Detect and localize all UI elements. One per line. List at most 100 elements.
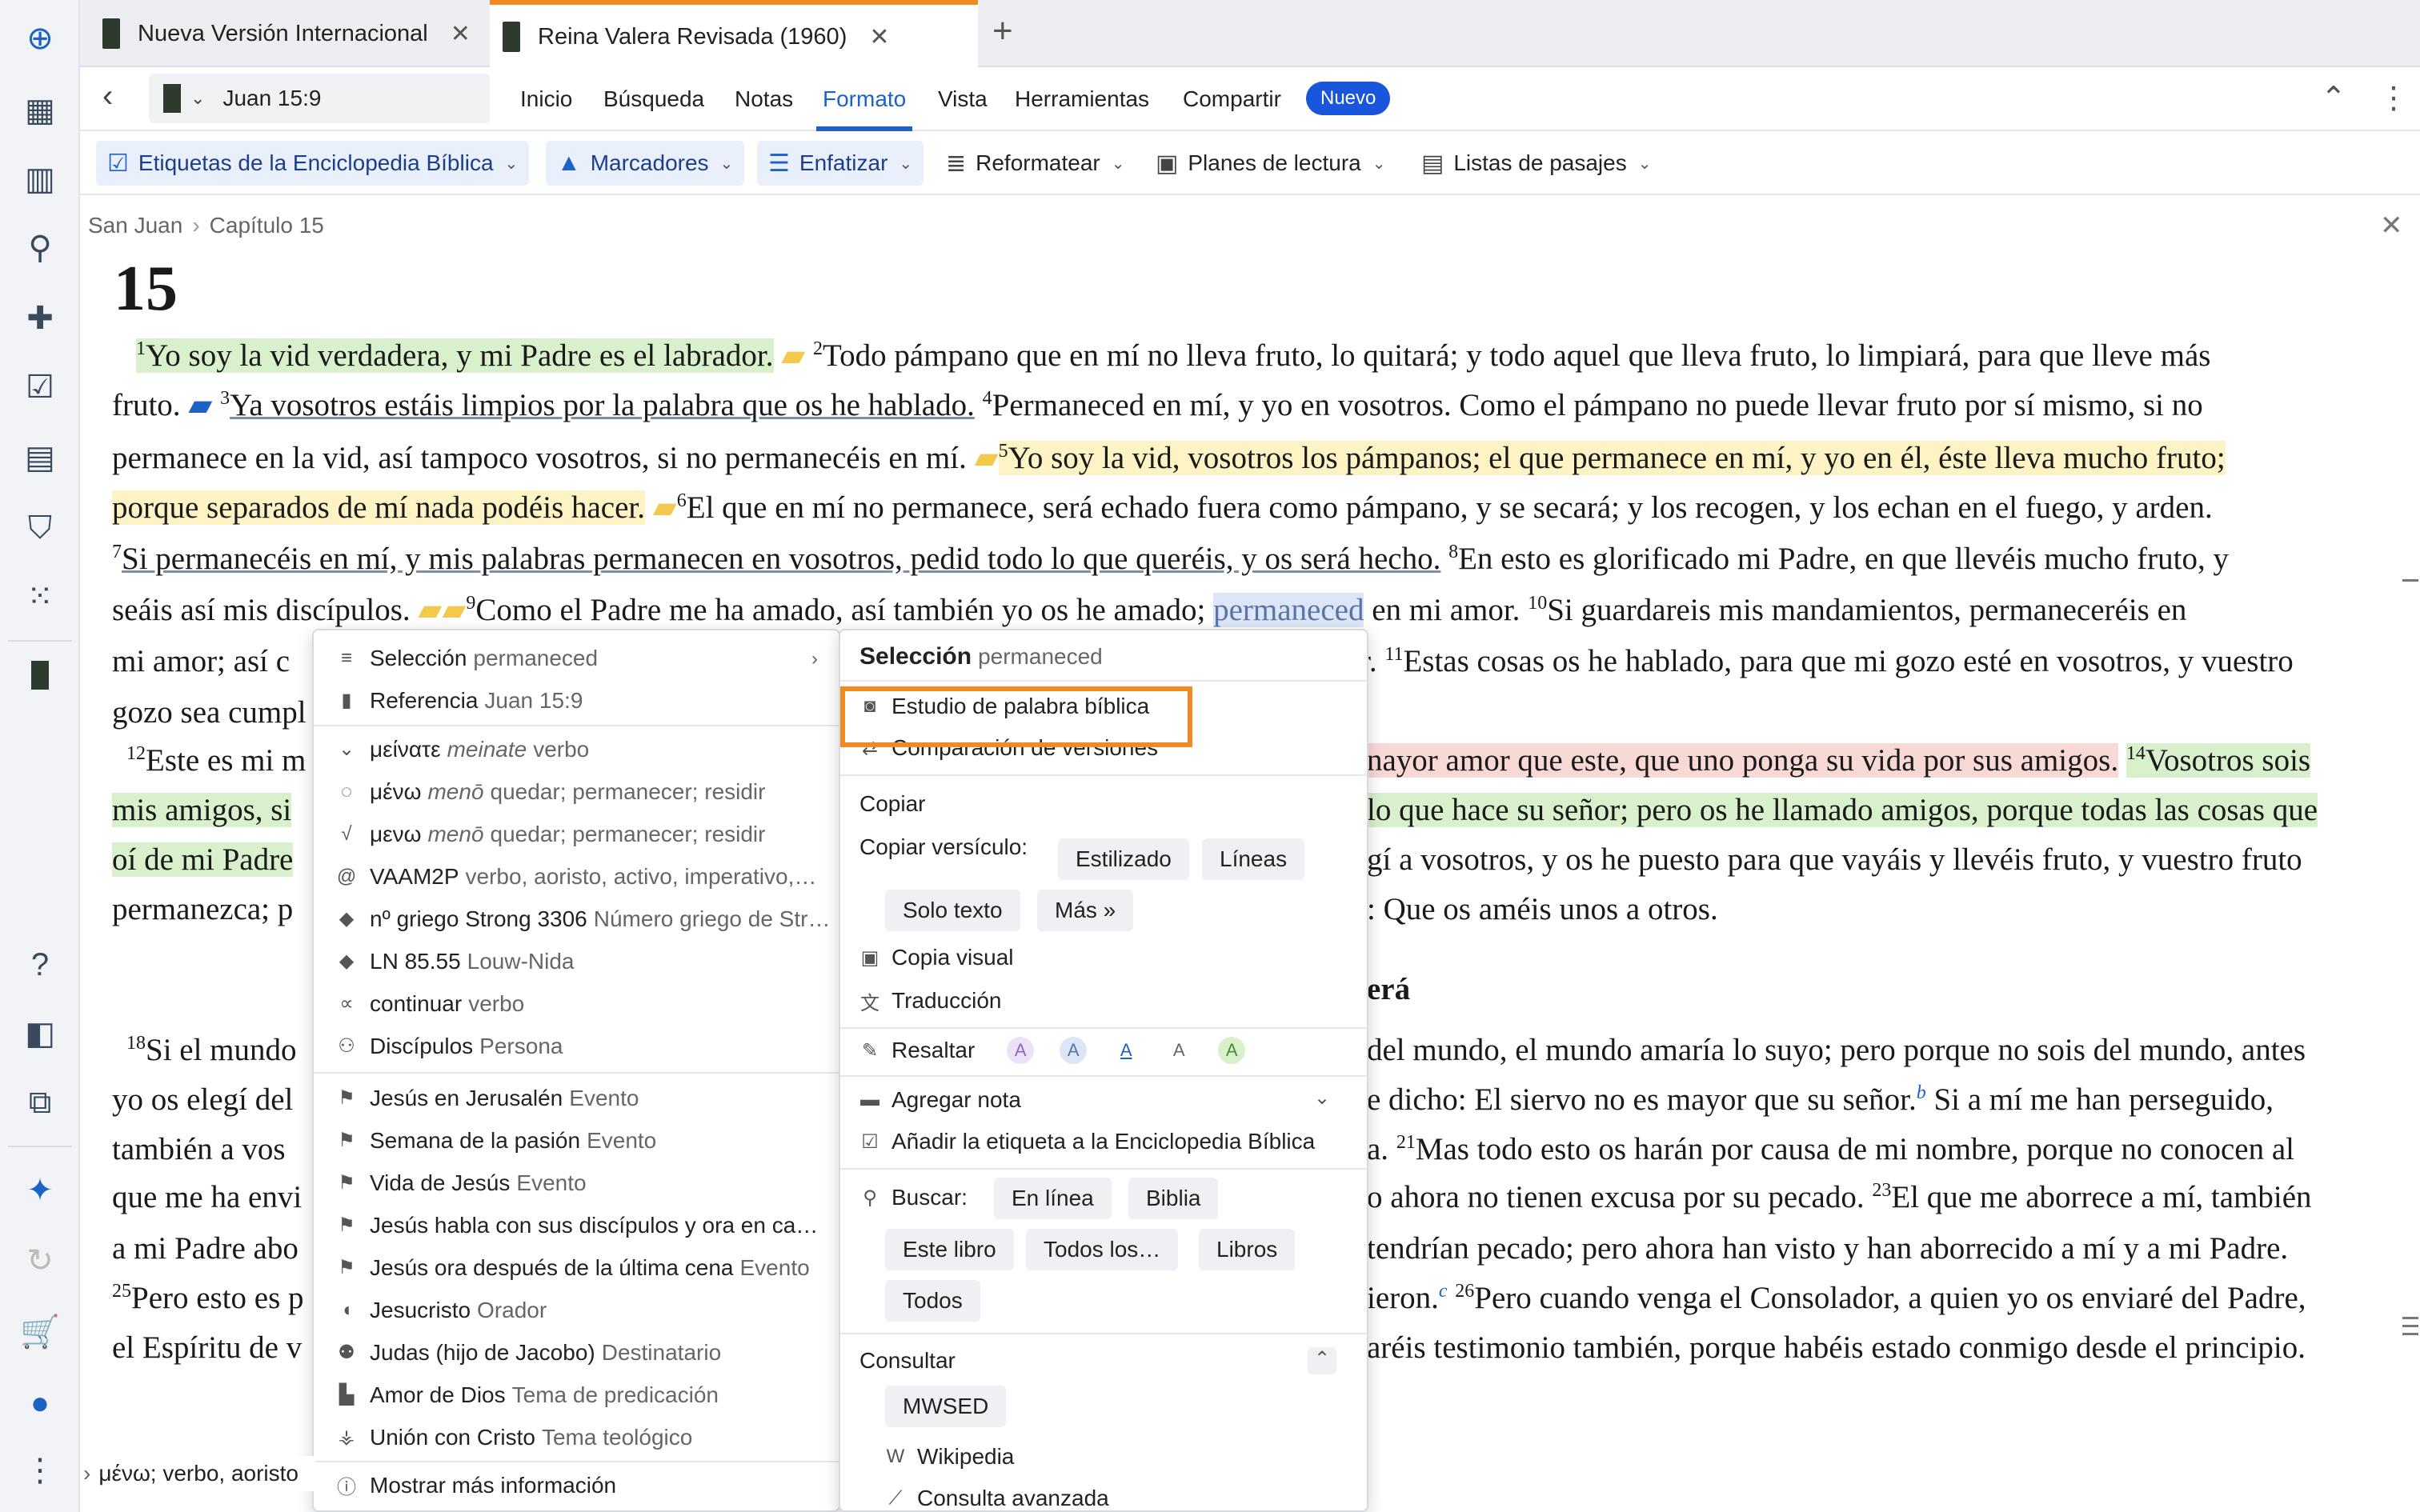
menu-item-lemma-form[interactable]: ⌄ μείνατε meinate verbo xyxy=(336,728,589,770)
menu-formato[interactable]: Formato xyxy=(815,67,913,131)
chevron-up-icon[interactable]: ⌃ xyxy=(1308,1347,1336,1374)
menu-item-more-info[interactable]: ⓘ Mostrar más información xyxy=(336,1464,616,1506)
add-tag-item[interactable]: ☑ Añadir la etiqueta a la Enciclopedia Bí… xyxy=(859,1122,1315,1162)
search-all-button[interactable]: Todos xyxy=(885,1280,980,1322)
text-line[interactable]: permanezca; p xyxy=(112,885,293,935)
consult-mwsed-button[interactable]: MWSED xyxy=(885,1386,1007,1427)
text-line[interactable]: o ahora no tienen excusa por su pecado. … xyxy=(1367,1173,2312,1223)
search-online-button[interactable]: En línea xyxy=(994,1178,1112,1219)
advanced-consult-item[interactable]: ⟋ Consulta avanzada xyxy=(885,1478,1109,1512)
menu-compartir[interactable]: Compartir xyxy=(1183,67,1281,131)
chevron-down-icon[interactable]: ⌄ xyxy=(190,88,205,109)
text-line[interactable]: que me ha envi xyxy=(112,1173,302,1223)
search-bible-button[interactable]: Biblia xyxy=(1128,1178,1219,1219)
text-line[interactable]: ieron.c 26Pero cuando venga el Consolado… xyxy=(1367,1274,2306,1324)
ai-sparkle-icon[interactable]: ✦ xyxy=(18,1168,62,1213)
translation-item[interactable]: 文 Traducción xyxy=(859,981,1001,1021)
chevron-down-icon[interactable]: ⌄ xyxy=(1314,1086,1330,1110)
menu-item-strong[interactable]: ◆ nº griego Strong 3306 Número griego de S… xyxy=(336,898,831,940)
copy-label[interactable]: Copiar xyxy=(859,784,925,824)
menu-item-event-4[interactable]: ⚑ Jesús habla con sus discípulos y ora en… xyxy=(336,1204,818,1246)
text-line[interactable]: lo que hace su señor; pero os he llamado… xyxy=(1367,786,2318,836)
bookmarks-button[interactable]: ▲ Marcadores ⌄ xyxy=(546,141,745,186)
menu-item-speaker[interactable]: ◖ Jesucristo Orador xyxy=(336,1289,547,1331)
menu-item-event-2[interactable]: ⚑ Semana de la pasión Evento xyxy=(336,1119,656,1162)
add-panel-icon[interactable]: ⊕ xyxy=(18,16,62,61)
text-line[interactable]: a. 21Mas todo esto os harán por causa de… xyxy=(1367,1125,2294,1175)
help-icon[interactable]: ? xyxy=(18,942,62,987)
collapse-icon[interactable]: ⌃ xyxy=(2321,80,2346,116)
reformat-button[interactable]: ≣ Reformatear ⌄ xyxy=(935,141,1136,186)
menu-item-sense[interactable]: ∝ continuar verbo xyxy=(336,982,524,1025)
menu-herramientas[interactable]: Herramientas xyxy=(1015,67,1149,131)
highlight-purple-icon[interactable]: A xyxy=(1007,1037,1035,1064)
text-line[interactable]: 1Yo soy la vid verdadera, y mi Padre es … xyxy=(136,331,2210,382)
menu-item-theology-topic[interactable]: ⚶ Unión con Cristo Tema teológico xyxy=(336,1416,693,1458)
new-tab-icon[interactable]: + xyxy=(992,11,1013,51)
menu-item-sermon-topic[interactable]: ▙ Amor de Dios Tema de predicación xyxy=(336,1374,719,1416)
text-line[interactable]: nayor amor que este, que uno ponga su vi… xyxy=(1367,736,2311,786)
close-panels-icon[interactable]: ⧉ xyxy=(18,1080,62,1125)
menu-vista[interactable]: Vista xyxy=(938,67,988,131)
text-line[interactable]: gozo sea cumpl xyxy=(112,688,307,738)
more-vertical-icon[interactable]: ⋮ xyxy=(18,1448,62,1493)
copy-lines-button[interactable]: Líneas xyxy=(1202,838,1305,880)
text-line[interactable]: fruto. ▰ 3Ya vosotros estáis limpios por… xyxy=(112,381,2203,431)
menu-item-event-3[interactable]: ⚑ Vida de Jesús Evento xyxy=(336,1162,586,1204)
highlight-underline-icon[interactable]: A xyxy=(1112,1037,1140,1064)
cart-icon[interactable]: 🛒 xyxy=(18,1309,62,1354)
copy-plain-button[interactable]: Solo texto xyxy=(885,890,1020,931)
menu-busqueda[interactable]: Búsqueda xyxy=(603,67,704,131)
library-icon[interactable]: ▥ xyxy=(18,157,62,202)
tasks-icon[interactable]: ☑ xyxy=(18,365,62,410)
text-line[interactable]: gí a vosotros, y os he puesto para que v… xyxy=(1367,835,2302,886)
shield-icon[interactable]: ⛉ xyxy=(18,506,62,550)
search-icon[interactable]: ⚲ xyxy=(18,226,62,270)
text-line[interactable]: permanece en la vid, así tampoco vosotro… xyxy=(112,434,2226,484)
copy-styled-button[interactable]: Estilizado xyxy=(1058,838,1189,880)
search-books-button[interactable]: Libros xyxy=(1199,1229,1296,1270)
text-line[interactable]: 12Este es mi m xyxy=(126,736,306,786)
highlight-green-icon[interactable]: A xyxy=(1218,1037,1246,1064)
menu-item-reference[interactable]: ▮ Referencia Juan 15:9 xyxy=(336,679,583,722)
passage-lists-button[interactable]: ▤ Listas de pasajes ⌄ xyxy=(1410,141,1662,186)
dashboard-icon[interactable]: ▦ xyxy=(18,88,62,133)
breadcrumb-book[interactable]: San Juan xyxy=(88,213,182,238)
menu-item-louw-nida[interactable]: ◆ LN 85.55 Louw-Nida xyxy=(336,940,575,982)
document-icon[interactable]: ▤ xyxy=(18,435,62,480)
menu-item-event-1[interactable]: ⚑ Jesús en Jerusalén Evento xyxy=(336,1077,639,1119)
text-line[interactable]: mis amigos, si xyxy=(112,786,292,836)
text-line[interactable]: del mundo, el mundo amaría lo suyo; pero… xyxy=(1367,1026,2306,1076)
search-this-book-button[interactable]: Este libro xyxy=(885,1229,1014,1270)
copy-more-button[interactable]: Más » xyxy=(1037,890,1134,931)
highlight-plain-icon[interactable]: A xyxy=(1165,1037,1192,1064)
menu-item-selection[interactable]: ≡ Selección permaneced xyxy=(336,637,598,679)
tab-rvr1960[interactable]: Reina Valera Revisada (1960) ✕ xyxy=(490,0,978,69)
close-icon[interactable]: ✕ xyxy=(869,23,889,51)
add-note-item[interactable]: ▬ Agregar nota xyxy=(859,1080,1021,1120)
text-line[interactable]: e dicho: El siervo no es mayor que su se… xyxy=(1367,1075,2274,1126)
search-all-those-button[interactable]: Todos los… xyxy=(1026,1229,1179,1270)
account-icon[interactable]: ● xyxy=(18,1381,62,1426)
sync-icon[interactable]: ↻ xyxy=(18,1238,62,1283)
menu-inicio[interactable]: Inicio xyxy=(520,67,572,131)
menu-notas[interactable]: Notas xyxy=(735,67,793,131)
text-line[interactable]: yo os elegí del xyxy=(112,1075,293,1126)
text-line[interactable]: el Espíritu de v xyxy=(112,1323,302,1374)
text-line[interactable]: tendrían pecado; pero ahora han visto y … xyxy=(1367,1224,2288,1274)
menu-item-event-5[interactable]: ⚑ Jesús ora después de la última cena Even… xyxy=(336,1246,809,1289)
wikipedia-item[interactable]: W Wikipedia xyxy=(885,1437,1015,1477)
new-badge[interactable]: Nuevo xyxy=(1306,82,1391,115)
bible-icon[interactable]: ✚ xyxy=(18,296,62,341)
apps-grid-icon[interactable]: ⁙ xyxy=(18,574,62,619)
breadcrumb-chapter[interactable]: Capítulo 15 xyxy=(210,213,324,238)
text-line[interactable]: 25Pero esto es p xyxy=(112,1274,304,1324)
more-vertical-icon[interactable]: ⋮ xyxy=(2378,80,2409,116)
menu-item-disciples[interactable]: ⚇ Discípulos Persona xyxy=(336,1025,563,1067)
menu-item-morphology[interactable]: @ VAAM2P verbo, aoristo, activo, imperativ… xyxy=(336,855,817,898)
text-line[interactable]: r. 11Estas cosas os he hablado, para que… xyxy=(1360,637,2294,687)
layouts-icon[interactable]: ◧ xyxy=(18,1011,62,1056)
text-line[interactable]: aréis testimonio también, porque habéis … xyxy=(1367,1323,2306,1374)
chevron-right-icon[interactable]: › xyxy=(83,1461,90,1486)
reference-text[interactable]: Juan 15:9 xyxy=(222,86,321,111)
